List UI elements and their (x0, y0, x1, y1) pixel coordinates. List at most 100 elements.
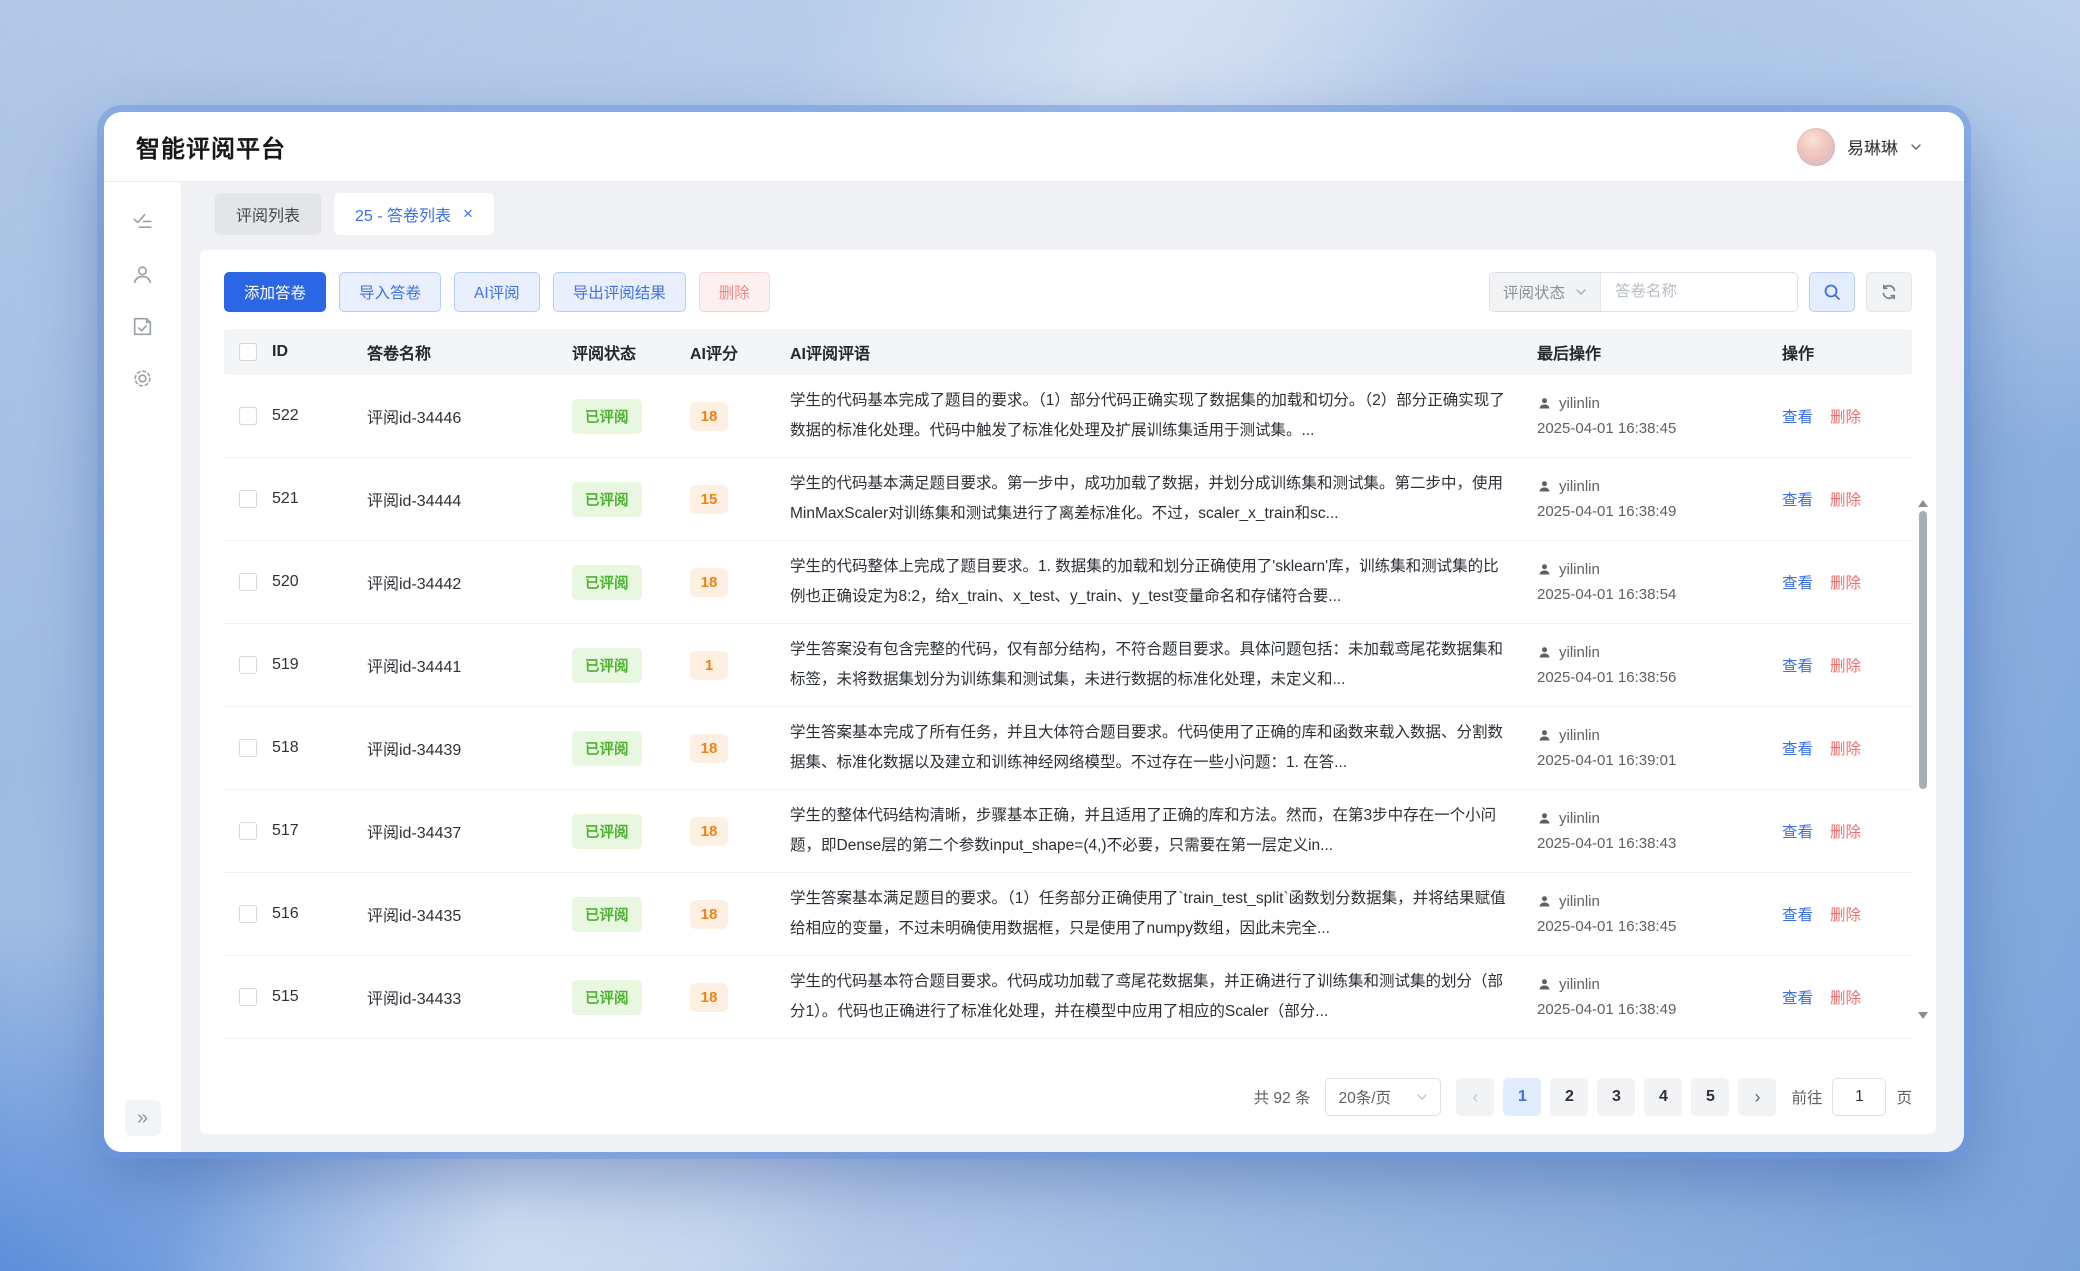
row-checkbox[interactable] (239, 407, 257, 425)
row-id: 517 (272, 822, 367, 840)
scroll-up-icon[interactable] (1918, 500, 1928, 507)
row-name: 评阅id-34439 (367, 736, 572, 760)
chevron-down-icon (1416, 1091, 1428, 1103)
person-icon (1537, 977, 1552, 992)
view-link[interactable]: 查看 (1782, 737, 1813, 759)
scrollbar-thumb[interactable] (1919, 511, 1927, 789)
delete-link[interactable]: 删除 (1830, 488, 1861, 510)
export-results-button[interactable]: 导出评阅结果 (553, 272, 686, 312)
tab-review-list[interactable]: 评阅列表 (215, 193, 321, 235)
delete-link[interactable]: 删除 (1830, 737, 1861, 759)
table-body: 522 评阅id-34446 已评阅 18 学生的代码基本完成了题目的要求。（1… (224, 375, 1912, 1039)
view-link[interactable]: 查看 (1782, 903, 1813, 925)
tab-close-icon[interactable]: × (463, 205, 473, 222)
import-answer-button[interactable]: 导入答卷 (339, 272, 441, 312)
scroll-down-icon[interactable] (1918, 1012, 1928, 1019)
search-button[interactable] (1809, 272, 1855, 312)
row-time: 2025-04-01 16:39:01 (1537, 748, 1782, 774)
view-link[interactable]: 查看 (1782, 654, 1813, 676)
view-link[interactable]: 查看 (1782, 986, 1813, 1008)
add-answer-button[interactable]: 添加答卷 (224, 272, 326, 312)
status-badge: 已评阅 (572, 980, 642, 1015)
app-header: 智能评阅平台 易琳琳 (104, 112, 1964, 182)
col-name: 答卷名称 (367, 340, 572, 364)
content-card: 添加答卷 导入答卷 AI评阅 导出评阅结果 删除 评阅状态 (200, 250, 1936, 1134)
row-operator: yilinlin (1559, 972, 1600, 998)
prev-page-button[interactable]: ‹ (1456, 1078, 1494, 1116)
refresh-button[interactable] (1866, 272, 1912, 312)
delete-button[interactable]: 删除 (699, 272, 770, 312)
status-badge: 已评阅 (572, 731, 642, 766)
tab-answer-list[interactable]: 25 - 答卷列表 × (334, 193, 494, 235)
score-badge: 18 (690, 734, 728, 763)
tab-bar: 评阅列表 25 - 答卷列表 × (182, 182, 1964, 246)
main-area: 评阅列表 25 - 答卷列表 × 添加答卷 导入答卷 AI评阅 导出评阅结果 删… (182, 182, 1964, 1152)
view-link[interactable]: 查看 (1782, 405, 1813, 427)
row-id: 515 (272, 988, 367, 1006)
row-name: 评阅id-34435 (367, 902, 572, 926)
row-operator: yilinlin (1559, 806, 1600, 832)
row-id: 519 (272, 656, 367, 674)
view-link[interactable]: 查看 (1782, 488, 1813, 510)
col-comment: AI评阅评语 (790, 340, 1537, 364)
page-size-select[interactable]: 20条/页 (1325, 1078, 1441, 1116)
page-button-1[interactable]: 1 (1503, 1078, 1541, 1116)
row-time: 2025-04-01 16:38:54 (1537, 582, 1782, 608)
page-button-5[interactable]: 5 (1691, 1078, 1729, 1116)
row-checkbox[interactable] (239, 573, 257, 591)
row-comment: 学生答案基本完成了所有任务，并且大体符合题目要求。代码使用了正确的库和函数来载入… (790, 718, 1537, 778)
sidebar-item-settings[interactable] (117, 352, 169, 404)
goto-prefix: 前往 (1791, 1086, 1822, 1108)
page-button-4[interactable]: 4 (1644, 1078, 1682, 1116)
app-window: 智能评阅平台 易琳琳 (104, 112, 1964, 1152)
delete-link[interactable]: 删除 (1830, 986, 1861, 1008)
page-size-label: 20条/页 (1338, 1086, 1391, 1108)
row-checkbox[interactable] (239, 739, 257, 757)
delete-link[interactable]: 删除 (1830, 654, 1861, 676)
row-checkbox[interactable] (239, 988, 257, 1006)
view-link[interactable]: 查看 (1782, 571, 1813, 593)
user-name: 易琳琳 (1847, 134, 1898, 159)
row-name: 评阅id-34433 (367, 985, 572, 1009)
delete-link[interactable]: 删除 (1830, 571, 1861, 593)
row-id: 522 (272, 407, 367, 425)
col-id: ID (272, 343, 367, 361)
row-checkbox[interactable] (239, 905, 257, 923)
page-title: 智能评阅平台 (136, 129, 286, 164)
ai-review-button[interactable]: AI评阅 (454, 272, 540, 312)
row-checkbox[interactable] (239, 822, 257, 840)
page-button-3[interactable]: 3 (1597, 1078, 1635, 1116)
chevron-down-icon (1575, 286, 1587, 298)
row-time: 2025-04-01 16:38:45 (1537, 416, 1782, 442)
status-badge: 已评阅 (572, 814, 642, 849)
row-id: 516 (272, 905, 367, 923)
status-filter-select[interactable]: 评阅状态 (1490, 273, 1601, 311)
row-checkbox[interactable] (239, 490, 257, 508)
delete-link[interactable]: 删除 (1830, 820, 1861, 842)
delete-link[interactable]: 删除 (1830, 405, 1861, 427)
row-operator: yilinlin (1559, 391, 1600, 417)
score-badge: 1 (690, 651, 728, 680)
sidebar: » (104, 182, 182, 1152)
row-id: 521 (272, 490, 367, 508)
user-menu[interactable]: 易琳琳 (1797, 128, 1922, 166)
sidebar-expand-button[interactable]: » (125, 1100, 161, 1136)
sidebar-item-answer-sheets[interactable] (117, 300, 169, 352)
table-scrollbar[interactable] (1917, 500, 1929, 1019)
sidebar-item-users[interactable] (117, 248, 169, 300)
goto-page-input[interactable] (1832, 1078, 1886, 1116)
row-time: 2025-04-01 16:38:43 (1537, 831, 1782, 857)
avatar (1797, 128, 1835, 166)
search-input[interactable] (1601, 273, 1797, 311)
sidebar-item-review-list[interactable] (117, 196, 169, 248)
page-button-2[interactable]: 2 (1550, 1078, 1588, 1116)
tab-label: 25 - 答卷列表 (355, 202, 451, 226)
delete-link[interactable]: 删除 (1830, 903, 1861, 925)
select-all-checkbox[interactable] (239, 343, 257, 361)
status-badge: 已评阅 (572, 399, 642, 434)
table-row: 517 评阅id-34437 已评阅 18 学生的整体代码结构清晰，步骤基本正确… (224, 790, 1912, 873)
row-checkbox[interactable] (239, 656, 257, 674)
view-link[interactable]: 查看 (1782, 820, 1813, 842)
row-operator: yilinlin (1559, 889, 1600, 915)
next-page-button[interactable]: › (1738, 1078, 1776, 1116)
